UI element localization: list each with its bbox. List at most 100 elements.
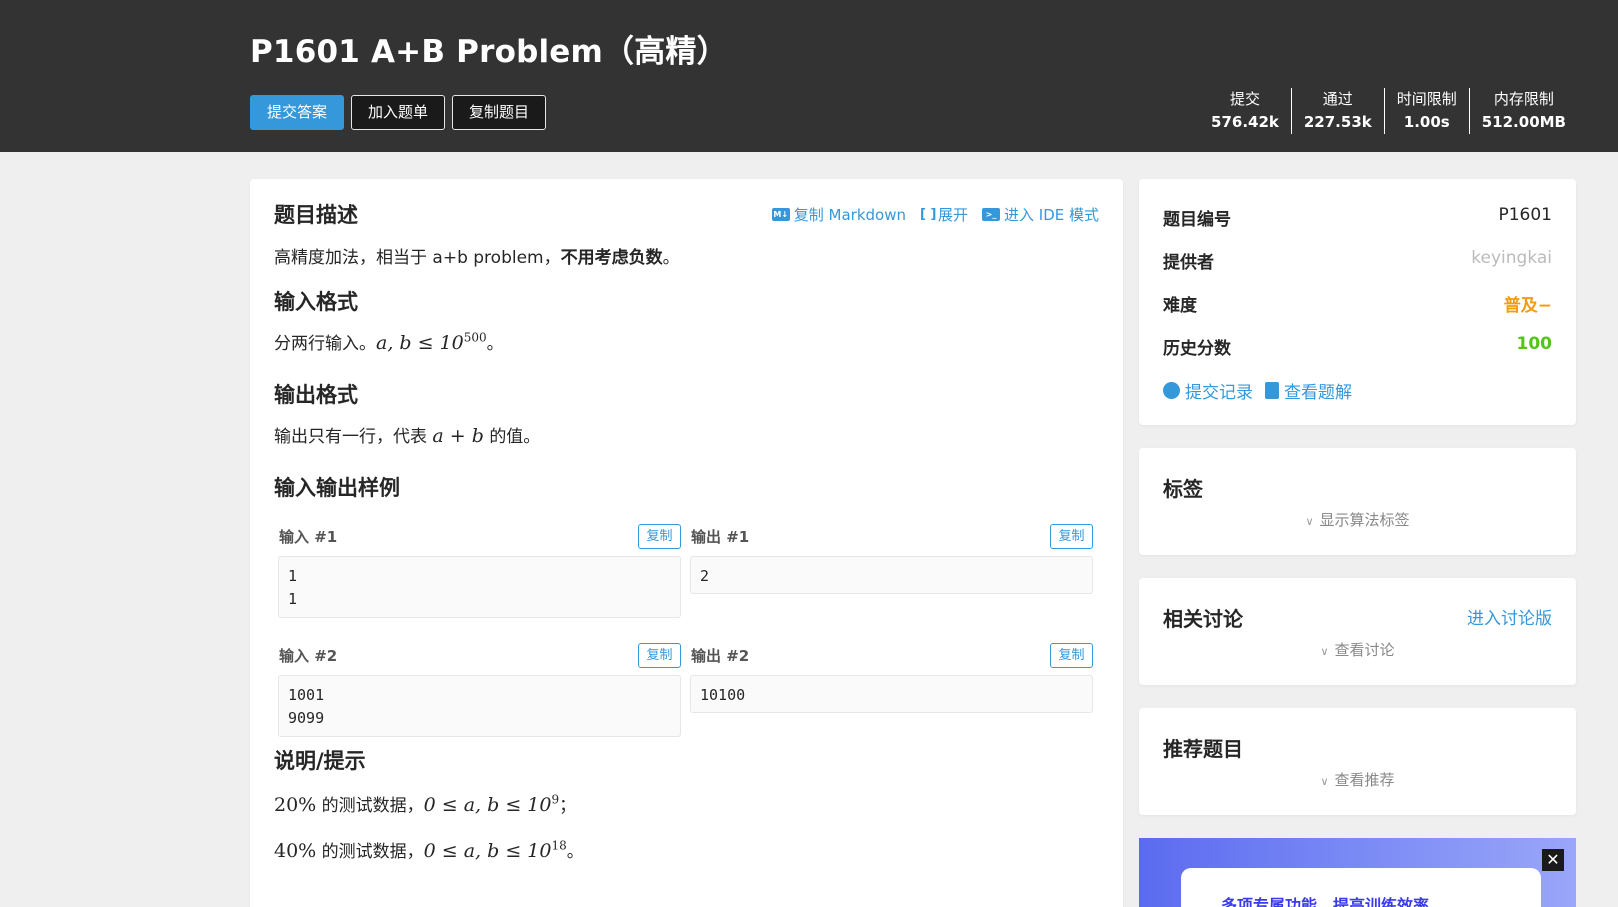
sample-output-1-label: 输出 #1 (691, 528, 750, 546)
hint-2-end: 。 (566, 842, 584, 862)
info-row-difficulty: 难度 普及− (1163, 291, 1552, 316)
promo-text: 多项专属功能，提高训练效率 (1221, 896, 1430, 907)
stat-submissions: 提交 576.42k (1199, 88, 1291, 134)
copy-sample-output-2-button[interactable]: 复制 (1050, 643, 1093, 668)
markdown-icon: M↓ (771, 208, 790, 221)
chevron-down-icon: ∨ (1320, 775, 1329, 788)
problem-statement-card: M↓ 复制 Markdown [ ] 展开 >_ 进入 IDE 模式 题目描述 … (250, 179, 1123, 907)
stat-time-limit: 时间限制 1.00s (1383, 88, 1469, 134)
recommend-card: 推荐题目 ∨ 查看推荐 (1139, 708, 1576, 815)
sample-output-1[interactable]: 2 (690, 556, 1093, 594)
hint-1-text: 的测试数据， (316, 796, 424, 816)
hint-2-math-base: 0 ≤ a, b ≤ 10 (423, 840, 552, 862)
view-recommend-toggle[interactable]: ∨ 查看推荐 (1139, 769, 1576, 790)
promo-banner[interactable]: 多项专属功能，提高训练效率 ✕ (1139, 838, 1576, 907)
expand-icon: [ ] (919, 207, 937, 222)
input-format-text: 分两行输入。a, b ≤ 10500。 (274, 329, 504, 354)
show-tags-label: 显示算法标签 (1319, 511, 1410, 529)
close-icon[interactable]: ✕ (1542, 849, 1564, 871)
provider-link[interactable]: keyingkai (1471, 248, 1552, 273)
input-format-heading: 输入格式 (274, 290, 358, 314)
hint-1-math: 0 ≤ a, b ≤ 109 (423, 792, 560, 816)
samples-heading: 输入输出样例 (274, 476, 400, 500)
stat-value: 512.00MB (1481, 113, 1566, 131)
chevron-down-icon: ∨ (1305, 515, 1314, 528)
description-text: 高精度加法，相当于 a+b problem，不用考虑负数。 (274, 243, 680, 268)
hint-1-math-base: 0 ≤ a, b ≤ 10 (423, 794, 552, 816)
stat-label: 时间限制 (1396, 90, 1457, 108)
stat-accepted: 通过 227.53k (1290, 88, 1384, 134)
description-body: 高精度加法，相当于 a+b problem， (274, 248, 561, 268)
sample-output-2-label: 输出 #2 (691, 647, 750, 665)
sample-output-2[interactable]: 10100 (690, 675, 1093, 713)
stat-value: 227.53k (1303, 113, 1372, 131)
view-recommend-label: 查看推荐 (1334, 771, 1395, 789)
description-heading: 题目描述 (274, 203, 358, 227)
info-row-id: 题目编号 P1601 (1163, 205, 1552, 230)
discussion-card: 相关讨论 进入讨论版 ∨ 查看讨论 (1139, 578, 1576, 685)
copy-problem-button[interactable]: 复制题目 (452, 95, 547, 130)
problem-title: P1601 A+B Problem（高精） (250, 34, 728, 70)
sample-input-2[interactable]: 1001 9099 (278, 675, 681, 737)
stat-value: 1.00s (1403, 113, 1450, 131)
copy-markdown-link[interactable]: M↓ 复制 Markdown (771, 204, 906, 225)
info-label: 题目编号 (1163, 210, 1231, 230)
hint-2-math: 0 ≤ a, b ≤ 1018 (423, 838, 567, 862)
problem-id-value: P1601 (1498, 205, 1552, 225)
copy-markdown-label: 复制 Markdown (793, 206, 906, 224)
history-score-value: 100 (1516, 334, 1553, 354)
show-tags-toggle[interactable]: ∨ 显示算法标签 (1139, 509, 1576, 530)
pie-chart-icon (1163, 382, 1180, 399)
stat-value: 576.42k (1211, 113, 1279, 131)
ide-mode-label: 进入 IDE 模式 (1004, 206, 1099, 224)
info-label: 历史分数 (1163, 339, 1231, 359)
hint-1-exponent: 9 (551, 792, 560, 807)
input-format-body: 分两行输入。 (274, 334, 376, 354)
hint-line-2: 40% 的测试数据，0 ≤ a, b ≤ 1018。 (274, 837, 584, 862)
ide-mode-link[interactable]: >_ 进入 IDE 模式 (982, 204, 1099, 225)
view-solutions-label: 查看题解 (1284, 383, 1352, 403)
stat-label: 内存限制 (1493, 90, 1554, 108)
description-emphasis: 不用考虑负数 (560, 248, 663, 268)
statement-tools: M↓ 复制 Markdown [ ] 展开 >_ 进入 IDE 模式 (771, 204, 1099, 225)
hint-1-end: ； (559, 796, 577, 816)
hint-heading: 说明/提示 (274, 749, 366, 773)
add-to-list-button[interactable]: 加入题单 (351, 95, 446, 130)
info-row-provider: 提供者 keyingkai (1163, 248, 1552, 273)
output-format-text: 输出只有一行，代表 a + b 的值。 (274, 422, 540, 447)
discussion-heading: 相关讨论 (1163, 607, 1243, 631)
copy-sample-input-1-button[interactable]: 复制 (638, 524, 681, 549)
view-discussion-toggle[interactable]: ∨ 查看讨论 (1139, 639, 1576, 660)
output-format-body: 输出只有一行，代表 (274, 427, 427, 447)
info-label: 难度 (1163, 296, 1197, 316)
copy-sample-output-1-button[interactable]: 复制 (1050, 524, 1093, 549)
description-end: 。 (662, 248, 680, 268)
submit-answer-button[interactable]: 提交答案 (250, 95, 345, 130)
input-math-base: a, b ≤ 10 (376, 332, 464, 354)
sample-input-1[interactable]: 1 1 (278, 556, 681, 618)
book-icon (1265, 382, 1279, 399)
output-format-heading: 输出格式 (274, 383, 358, 407)
copy-sample-input-2-button[interactable]: 复制 (638, 643, 681, 668)
stat-memory-limit: 内存限制 512.00MB (1468, 88, 1578, 134)
submission-records-link[interactable]: 提交记录 (1163, 378, 1253, 403)
info-links: 提交记录 查看题解 (1163, 378, 1352, 403)
tags-heading: 标签 (1163, 477, 1203, 501)
hint-2-percent: 40% (274, 840, 317, 862)
input-math-exponent: 500 (463, 330, 487, 345)
sample-input-1-label: 输入 #1 (279, 528, 338, 546)
hint-2-exponent: 18 (551, 838, 567, 853)
hint-1-percent: 20% (274, 794, 317, 816)
tags-card: 标签 ∨ 显示算法标签 (1139, 448, 1576, 555)
info-row-score: 历史分数 100 (1163, 334, 1552, 359)
stat-label: 提交 (1229, 90, 1260, 108)
expand-label: 展开 (937, 206, 968, 224)
enter-discussion-link[interactable]: 进入讨论版 (1467, 604, 1552, 629)
terminal-icon: >_ (982, 208, 1000, 221)
hint-line-1: 20% 的测试数据，0 ≤ a, b ≤ 109； (274, 791, 576, 816)
expand-link[interactable]: [ ] 展开 (920, 204, 968, 225)
view-solutions-link[interactable]: 查看题解 (1265, 378, 1352, 403)
stat-label: 通过 (1322, 90, 1353, 108)
problem-info-card: 题目编号 P1601 提供者 keyingkai 难度 普及− 历史分数 100… (1139, 179, 1576, 425)
view-discussion-label: 查看讨论 (1334, 641, 1395, 659)
